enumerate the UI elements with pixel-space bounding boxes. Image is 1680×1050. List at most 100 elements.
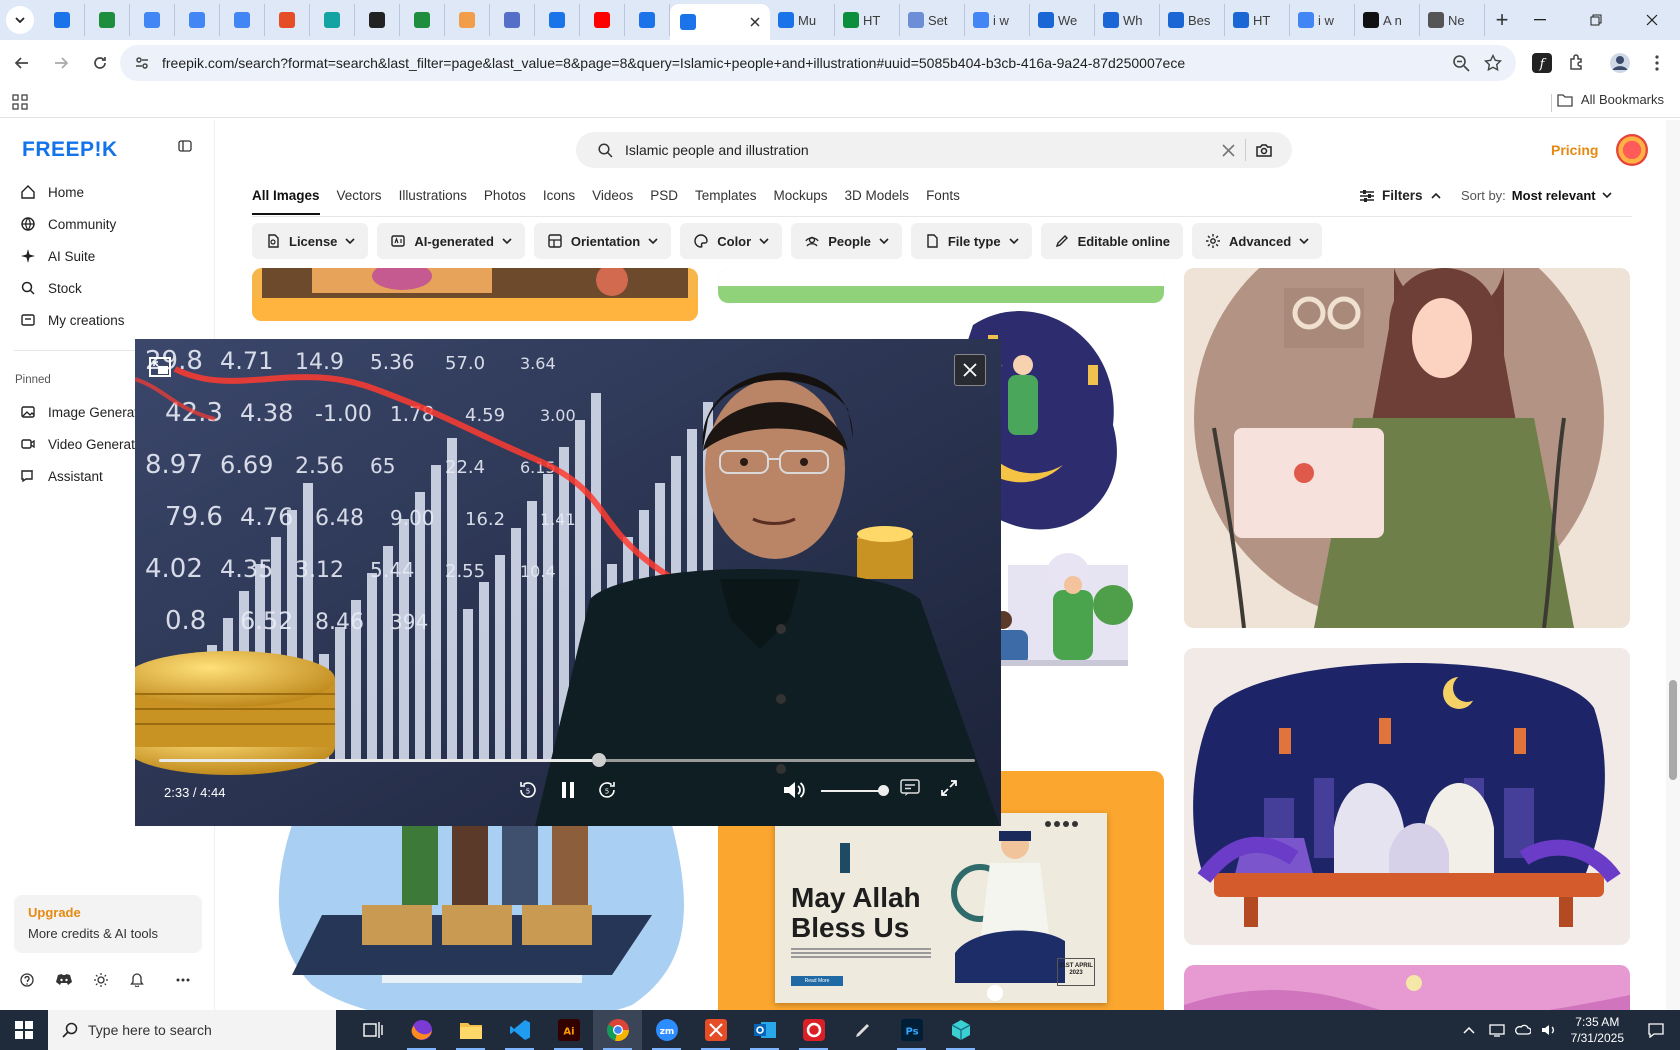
back-button[interactable] xyxy=(5,46,39,80)
extension-button[interactable]: f xyxy=(1525,46,1559,80)
tab-photos[interactable]: Photos xyxy=(484,188,526,215)
image-card[interactable] xyxy=(252,268,698,321)
bookmark-star-icon[interactable] xyxy=(1484,54,1502,72)
fullscreen-icon[interactable] xyxy=(940,779,958,797)
sidebar-item-video-generato[interactable]: Video Generato xyxy=(20,433,142,455)
tab-3d-models[interactable]: 3D Models xyxy=(845,188,910,215)
pricing-link[interactable]: Pricing xyxy=(1551,142,1598,158)
clear-search-icon[interactable] xyxy=(1222,143,1235,157)
filter-chip-advanced[interactable]: Advanced xyxy=(1192,223,1323,259)
tab-all-images[interactable]: All Images xyxy=(252,188,320,215)
profile-avatar[interactable] xyxy=(1603,46,1637,80)
tab-icons[interactable]: Icons xyxy=(543,188,575,215)
more-menu-icon[interactable] xyxy=(1640,46,1674,80)
vscode-icon[interactable] xyxy=(495,1010,544,1050)
tab-fonts[interactable]: Fonts xyxy=(926,188,960,215)
pen-tool-icon[interactable] xyxy=(838,1010,887,1050)
all-bookmarks-button[interactable]: All Bookmarks xyxy=(1557,92,1664,107)
browser-tab[interactable]: HT xyxy=(1225,4,1290,36)
browser-tab[interactable] xyxy=(445,4,490,36)
tab-illustrations[interactable]: Illustrations xyxy=(399,188,467,215)
tray-expand-icon[interactable] xyxy=(1463,1026,1475,1034)
rewind-icon[interactable]: 5 xyxy=(517,779,539,801)
tab-active[interactable] xyxy=(670,4,770,40)
speaker-icon[interactable] xyxy=(1541,1023,1557,1037)
image-card[interactable] xyxy=(718,268,1164,303)
tab-psd[interactable]: PSD xyxy=(650,188,678,215)
creative-cloud-icon[interactable] xyxy=(789,1010,838,1050)
filter-chip-editable-online[interactable]: Editable online xyxy=(1040,223,1184,259)
notification-center-icon[interactable] xyxy=(1648,1022,1664,1038)
image-card[interactable] xyxy=(1184,965,1630,1010)
filters-button[interactable]: Filters xyxy=(1360,188,1441,203)
zoom-app-icon[interactable]: zm xyxy=(642,1010,691,1050)
filter-chip-license[interactable]: License xyxy=(252,223,369,259)
miniplayer-icon[interactable] xyxy=(149,357,171,377)
photoshop-icon[interactable]: Ps xyxy=(887,1010,936,1050)
sidebar-item-image-generat[interactable]: Image Generat xyxy=(20,401,138,423)
browser-tab[interactable] xyxy=(535,4,580,36)
volume-handle[interactable] xyxy=(878,785,889,796)
browser-tab[interactable]: Set xyxy=(900,4,965,36)
tab-mockups[interactable]: Mockups xyxy=(774,188,828,215)
filter-chip-people[interactable]: People xyxy=(791,223,902,259)
sidebar-item-community[interactable]: Community xyxy=(20,213,116,235)
pause-icon[interactable] xyxy=(557,779,579,801)
close-window-button[interactable] xyxy=(1624,0,1680,40)
html-editor-icon[interactable] xyxy=(691,1010,740,1050)
volume-icon[interactable] xyxy=(782,779,806,801)
discord-icon[interactable] xyxy=(56,973,72,986)
close-video-button[interactable] xyxy=(954,354,986,386)
outlook-icon[interactable] xyxy=(740,1010,789,1050)
app-cube-icon[interactable] xyxy=(936,1010,985,1050)
page-scrollbar[interactable] xyxy=(1666,120,1680,1010)
sort-dropdown[interactable]: Sort by: Most relevant xyxy=(1461,188,1612,203)
browser-tab[interactable]: A n xyxy=(1355,4,1420,36)
freepik-logo[interactable]: FREEP!K xyxy=(22,138,118,162)
start-button[interactable] xyxy=(0,1010,48,1050)
filter-chip-file-type[interactable]: File type xyxy=(910,223,1032,259)
sidebar-item-home[interactable]: Home xyxy=(20,181,84,203)
forward-button[interactable] xyxy=(44,46,78,80)
user-avatar[interactable] xyxy=(1616,134,1648,166)
site-info-icon[interactable] xyxy=(128,55,156,71)
forward-icon[interactable]: 5 xyxy=(596,779,618,801)
volume-slider[interactable] xyxy=(821,785,889,796)
theme-sun-icon[interactable] xyxy=(94,972,108,987)
browser-tab[interactable] xyxy=(220,4,265,36)
browser-tab[interactable] xyxy=(85,4,130,36)
browser-tab[interactable]: Wh xyxy=(1095,4,1160,36)
filter-chip-orientation[interactable]: Orientation xyxy=(533,223,672,259)
browser-tab[interactable] xyxy=(580,4,625,36)
browser-tab[interactable] xyxy=(400,4,445,36)
reload-button[interactable] xyxy=(83,46,117,80)
browser-tab[interactable]: Bes xyxy=(1160,4,1225,36)
browser-tab[interactable] xyxy=(310,4,355,36)
extensions-puzzle-icon[interactable] xyxy=(1560,46,1594,80)
browser-tab[interactable] xyxy=(625,4,670,36)
browser-tab[interactable] xyxy=(490,4,535,36)
sidebar-item-my-creations[interactable]: My creations xyxy=(20,309,125,331)
browser-tab[interactable] xyxy=(175,4,220,36)
help-icon[interactable] xyxy=(20,972,34,987)
video-player[interactable]: 29.8 4.71 14.9 5.36 57.0 3.64 42.3 4.38 -1.00 1.7… xyxy=(135,339,1001,826)
tab-videos[interactable]: Videos xyxy=(592,188,633,215)
browser-tab[interactable]: HT xyxy=(835,4,900,36)
close-tab-icon[interactable] xyxy=(750,17,760,27)
filter-chip-ai-generated[interactable]: AI-generated xyxy=(377,223,525,259)
browser-tab[interactable] xyxy=(355,4,400,36)
video-progress-bar[interactable] xyxy=(159,753,975,767)
search-bar[interactable]: Islamic people and illustration xyxy=(576,132,1292,168)
sidebar-item-stock[interactable]: Stock xyxy=(20,277,82,299)
illustrator-icon[interactable]: Ai xyxy=(544,1010,593,1050)
notifications-bell-icon[interactable] xyxy=(130,972,144,987)
sidebar-collapse-icon[interactable] xyxy=(178,140,192,152)
browser-tab[interactable]: Ne xyxy=(1420,4,1485,36)
apps-grid-icon[interactable] xyxy=(12,93,28,110)
address-bar[interactable]: freepik.com/search?format=search&last_fi… xyxy=(120,45,1516,81)
task-view-icon[interactable] xyxy=(348,1010,397,1050)
onedrive-icon[interactable] xyxy=(1514,1024,1531,1036)
image-card[interactable] xyxy=(252,825,698,1010)
zoom-icon[interactable] xyxy=(1452,54,1470,72)
browser-tab[interactable]: i w xyxy=(965,4,1030,36)
